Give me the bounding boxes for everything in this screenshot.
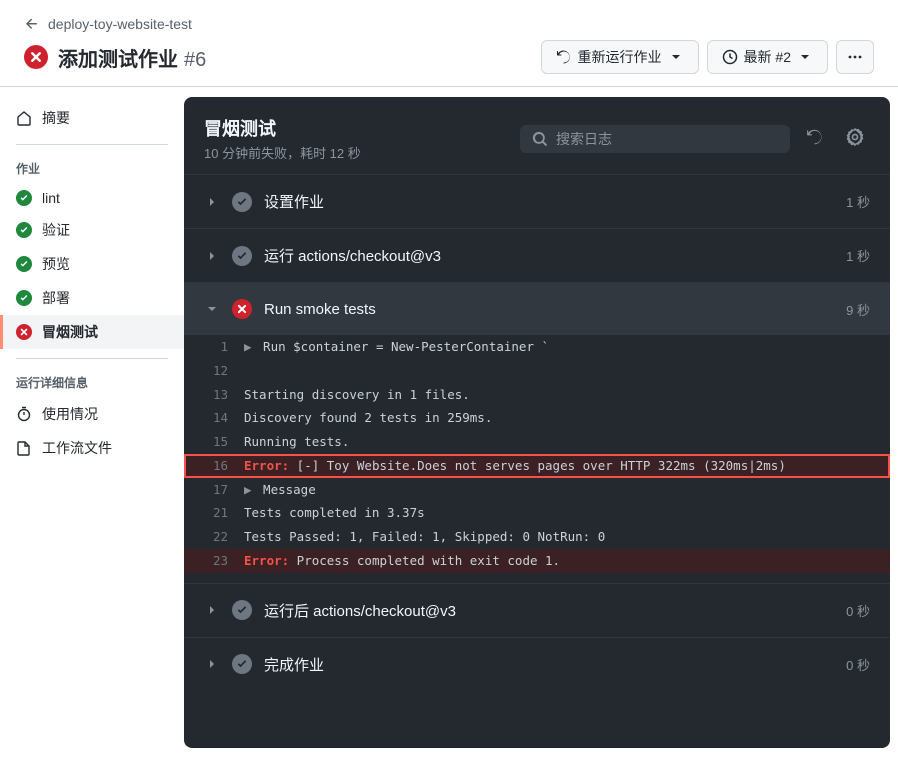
step-name: 设置作业	[264, 191, 846, 212]
chevron-right-icon	[204, 602, 220, 618]
caret-down-icon	[668, 49, 684, 65]
log-line: 1▶ Run $container = New-PesterContainer …	[184, 335, 890, 359]
latest-run-button[interactable]: 最新 #2	[707, 40, 828, 74]
log-output: 1▶ Run $container = New-PesterContainer …	[184, 335, 890, 583]
chevron-right-icon	[204, 194, 220, 210]
sidebar-summary[interactable]: 摘要	[0, 101, 184, 135]
step-time: 1 秒	[846, 192, 870, 211]
chevron-down-icon	[204, 301, 220, 317]
check-circle-icon	[16, 256, 32, 272]
back-arrow-icon	[24, 16, 40, 32]
sidebar-job-item[interactable]: 预览	[0, 247, 184, 281]
step-time: 0 秒	[846, 655, 870, 674]
log-line: 15Running tests.	[184, 430, 890, 454]
chevron-right-icon	[204, 656, 220, 672]
divider	[16, 358, 168, 359]
log-line: 21Tests completed in 3.37s	[184, 501, 890, 525]
home-icon	[16, 110, 32, 126]
check-circle-icon	[16, 290, 32, 306]
stopwatch-icon	[16, 406, 32, 422]
sidebar-job-item[interactable]: lint	[0, 183, 184, 213]
job-title: 冒烟测试	[204, 115, 361, 141]
breadcrumb[interactable]: deploy-toy-website-test	[24, 16, 874, 32]
step-row[interactable]: Run smoke tests9 秒	[184, 282, 890, 335]
job-label: 预览	[42, 254, 70, 274]
step-time: 0 秒	[846, 601, 870, 620]
step-row[interactable]: 运行 actions/checkout@v31 秒	[184, 228, 890, 282]
divider	[16, 144, 168, 145]
refresh-logs-button[interactable]	[800, 122, 830, 155]
file-icon	[16, 440, 32, 456]
gear-icon	[846, 128, 864, 146]
check-circle-icon	[232, 600, 252, 620]
breadcrumb-text: deploy-toy-website-test	[48, 16, 192, 32]
step-name: 运行后 actions/checkout@v3	[264, 600, 846, 621]
log-line: 23Error: Process completed with exit cod…	[184, 549, 890, 573]
more-actions-button[interactable]	[836, 40, 874, 74]
log-line: 14Discovery found 2 tests in 259ms.	[184, 406, 890, 430]
job-label: 部署	[42, 288, 70, 308]
log-line: 16Error: [-] Toy Website.Does not serves…	[184, 454, 890, 478]
step-name: 完成作业	[264, 654, 846, 675]
step-row[interactable]: 完成作业0 秒	[184, 637, 890, 691]
job-label: lint	[42, 190, 60, 206]
clock-icon	[722, 49, 738, 65]
log-panel: 冒烟测试 10 分钟前失败，耗时 12 秒 设置作业1 秒运行 actions/…	[184, 97, 890, 748]
sidebar-usage[interactable]: 使用情况	[0, 397, 184, 431]
search-input[interactable]	[556, 131, 778, 147]
sidebar-job-item[interactable]: 冒烟测试	[0, 315, 184, 349]
sync-icon	[806, 128, 824, 146]
check-circle-icon	[16, 190, 32, 206]
rerun-jobs-button[interactable]: 重新运行作业	[541, 40, 699, 74]
log-line: 13Starting discovery in 1 files.	[184, 383, 890, 407]
check-circle-icon	[232, 654, 252, 674]
check-circle-icon	[232, 246, 252, 266]
search-logs[interactable]	[520, 125, 790, 153]
check-circle-icon	[16, 222, 32, 238]
step-time: 1 秒	[846, 246, 870, 265]
jobs-heading: 作业	[0, 154, 184, 183]
chevron-right-icon	[204, 248, 220, 264]
x-circle-icon	[232, 299, 252, 319]
log-line: 17▶ Message	[184, 478, 890, 502]
log-line: 22Tests Passed: 1, Failed: 1, Skipped: 0…	[184, 525, 890, 549]
sidebar-job-item[interactable]: 部署	[0, 281, 184, 315]
step-name: 运行 actions/checkout@v3	[264, 245, 846, 266]
sidebar: 摘要 作业 lint 验证预览部署冒烟测试 运行详细信息 使用情况 工作流文件	[0, 87, 184, 758]
x-circle-icon	[16, 324, 32, 340]
status-error-icon	[24, 45, 48, 69]
job-label: 验证	[42, 220, 70, 240]
check-circle-icon	[232, 192, 252, 212]
step-row[interactable]: 设置作业1 秒	[184, 174, 890, 228]
sidebar-job-item[interactable]: 验证	[0, 213, 184, 247]
log-line: 12	[184, 359, 890, 383]
step-row[interactable]: 运行后 actions/checkout@v30 秒	[184, 583, 890, 637]
caret-down-icon	[797, 49, 813, 65]
search-icon	[532, 131, 548, 147]
page-title: 添加测试作业#6	[58, 43, 206, 72]
job-label: 冒烟测试	[42, 322, 98, 342]
sidebar-workflow-file[interactable]: 工作流文件	[0, 431, 184, 465]
kebab-icon	[847, 49, 863, 65]
step-time: 9 秒	[846, 300, 870, 319]
sync-icon	[556, 49, 572, 65]
step-name: Run smoke tests	[264, 301, 846, 318]
settings-button[interactable]	[840, 122, 870, 155]
job-subtitle: 10 分钟前失败，耗时 12 秒	[204, 143, 361, 162]
details-heading: 运行详细信息	[0, 368, 184, 397]
